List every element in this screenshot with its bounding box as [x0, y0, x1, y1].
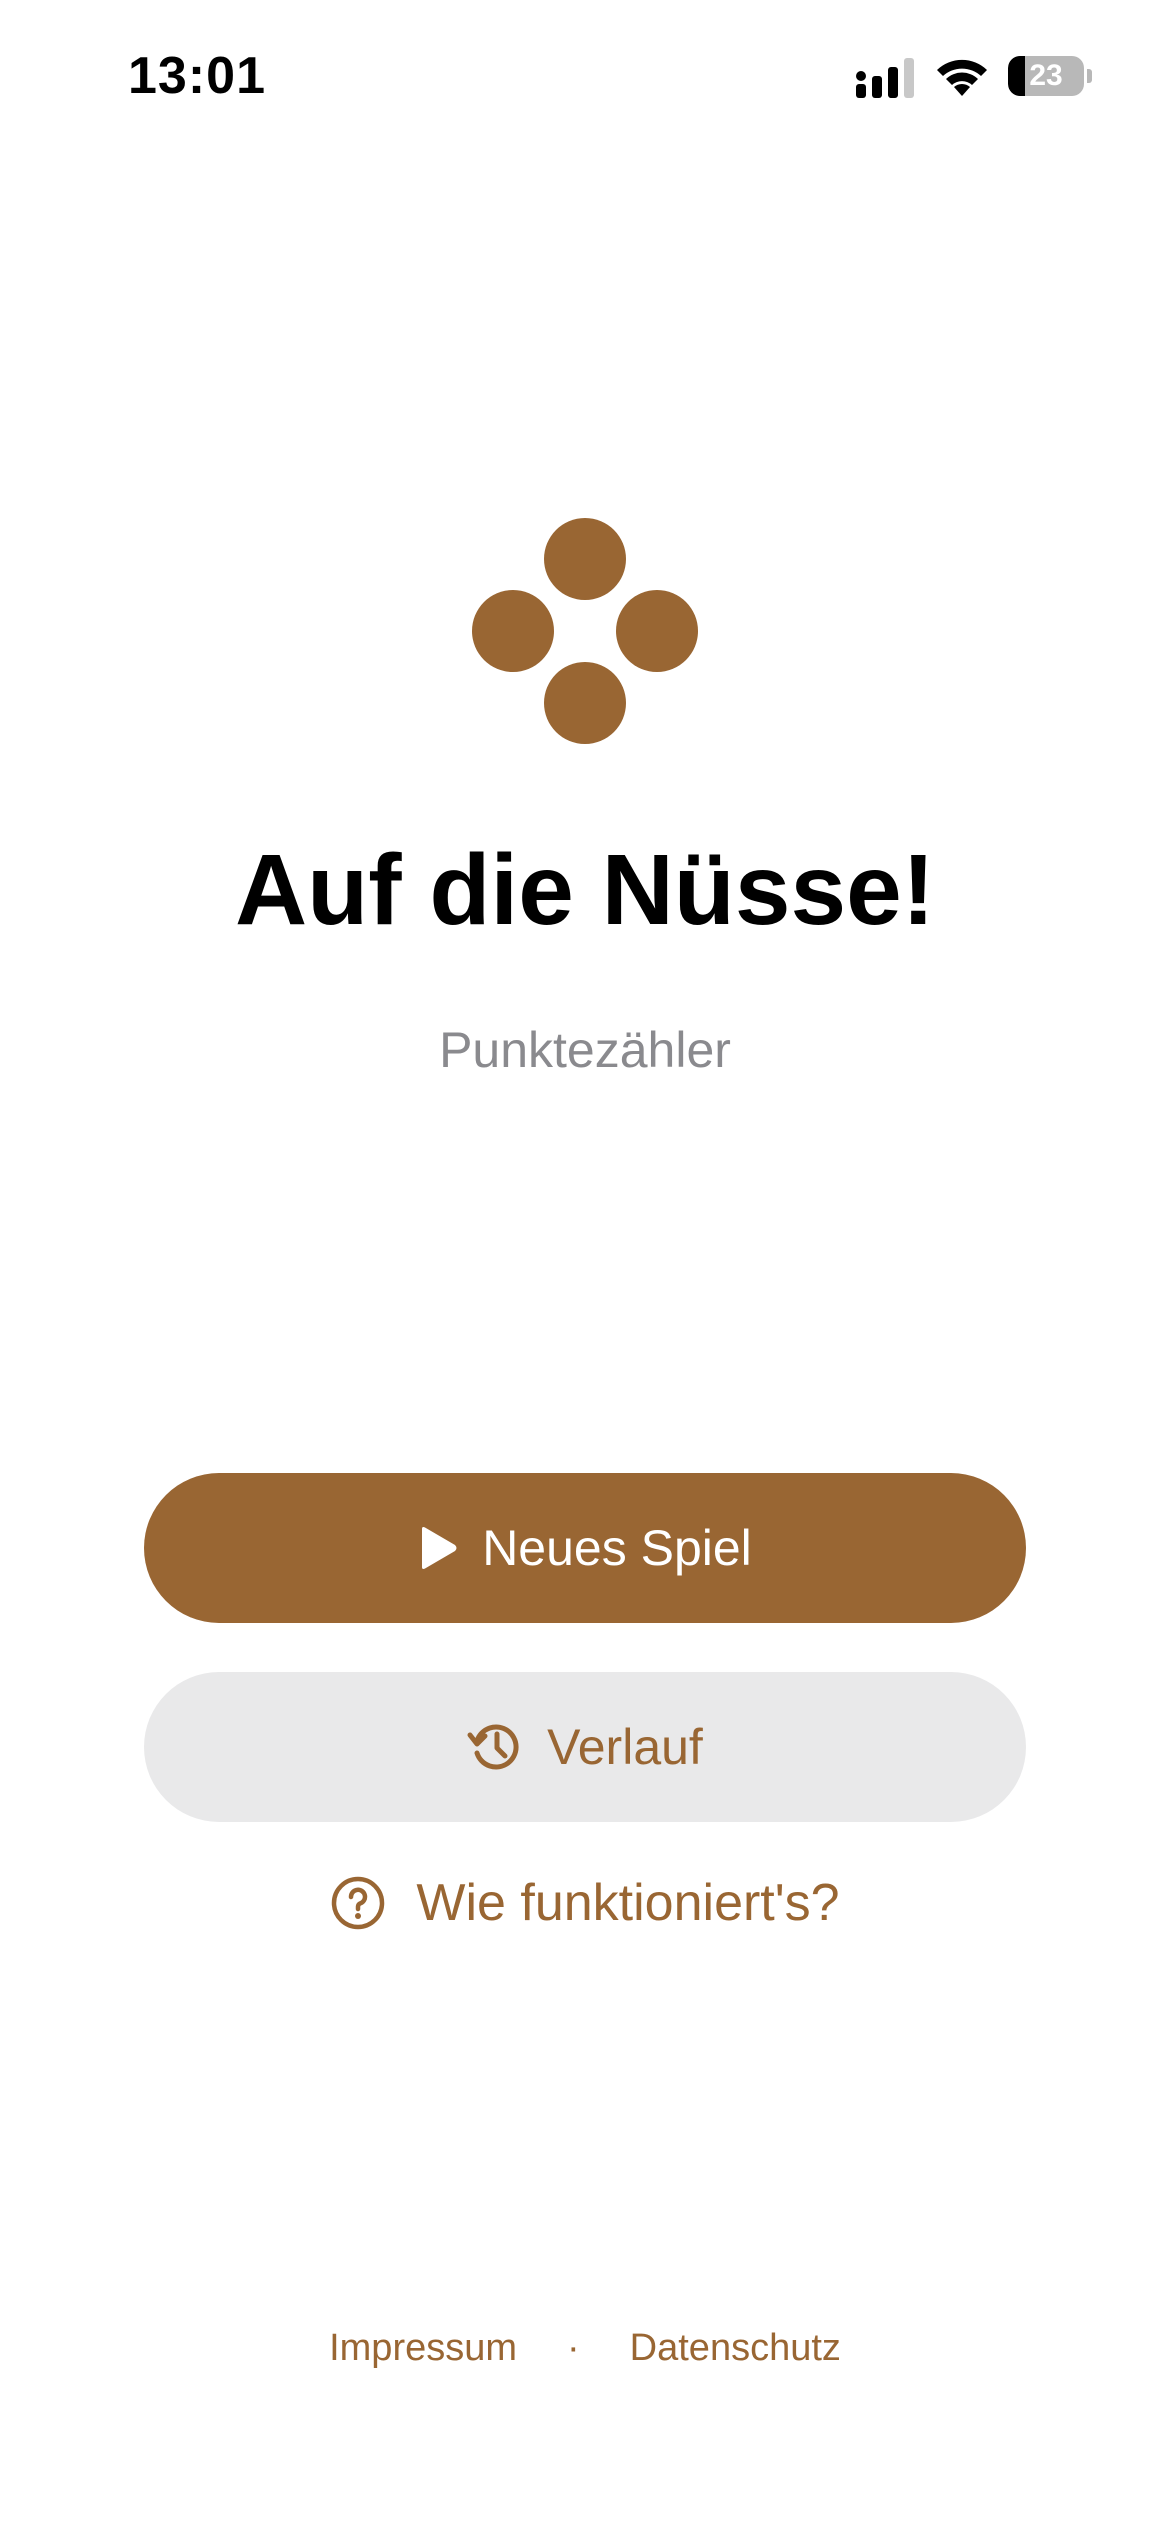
status-time: 13:01 — [128, 47, 266, 105]
new-game-label: Neues Spiel — [482, 1520, 752, 1576]
footer-separator: · — [567, 2326, 580, 2369]
page-title: Auf die Nüsse! — [234, 834, 936, 946]
wifi-icon — [937, 59, 987, 96]
history-button[interactable]: Verlauf — [144, 1672, 1026, 1822]
battery-body: 23 — [1008, 56, 1084, 96]
question-circle-icon — [332, 1876, 385, 1930]
how-it-works-link[interactable]: Wie funktioniert's? — [0, 1868, 1170, 1938]
battery-icon: 23 — [1008, 56, 1092, 96]
play-icon — [422, 1527, 457, 1569]
how-it-works-label: Wie funktioniert's? — [416, 1874, 840, 1932]
footer: Impressum · Datenschutz — [0, 2320, 1170, 2376]
page-subtitle: Punktezähler — [439, 1022, 731, 1078]
impressum-link[interactable]: Impressum — [329, 2327, 517, 2370]
signal-icon — [856, 58, 914, 98]
battery-cap — [1087, 69, 1092, 83]
privacy-link[interactable]: Datenschutz — [630, 2327, 841, 2370]
battery-level: 23 — [1029, 59, 1063, 92]
new-game-button[interactable]: Neues Spiel — [144, 1473, 1026, 1623]
history-label: Verlauf — [547, 1719, 703, 1775]
four-dots-logo-icon — [472, 518, 698, 744]
status-bar: 13:01 23 — [0, 0, 1170, 150]
history-icon — [467, 1724, 519, 1770]
